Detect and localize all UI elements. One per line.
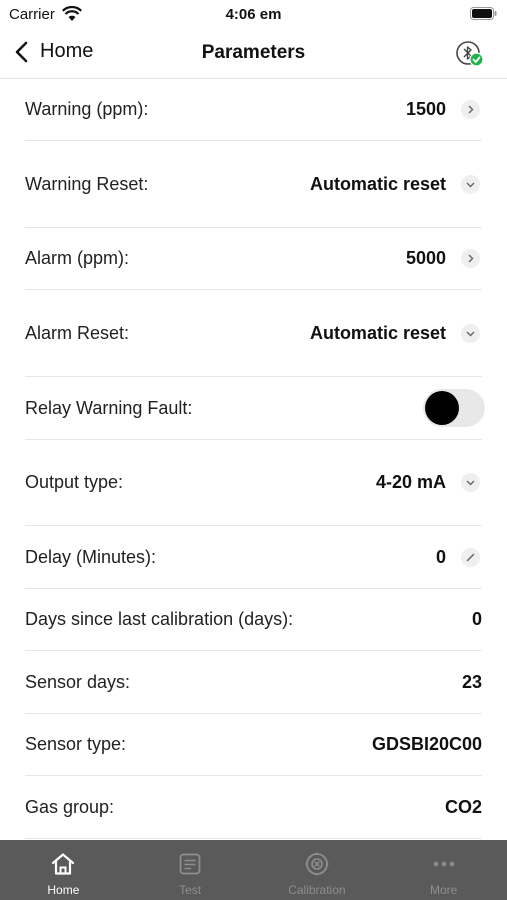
row-label: Relay Warning Fault: — [25, 397, 193, 418]
row-label: Delay (Minutes): — [25, 546, 157, 567]
chevron-down-icon — [461, 174, 480, 194]
row-alarm-ppm[interactable]: Alarm (ppm): 5000 — [25, 228, 482, 290]
row-value: 4-20 mA — [375, 472, 446, 492]
row-label: Warning Reset: — [25, 173, 149, 194]
battery-icon — [470, 7, 497, 20]
row-warning-reset[interactable]: Warning Reset: Automatic reset — [25, 141, 482, 228]
row-label: Alarm Reset: — [25, 322, 130, 343]
status-time: 4:06 em — [225, 6, 282, 23]
chevron-right-icon — [461, 100, 480, 119]
tab-test[interactable]: Test — [127, 840, 254, 900]
tab-bar: Home Test Calibration More — [0, 840, 507, 900]
row-label: Days since last calibration (days): — [25, 609, 294, 629]
row-warning-ppm[interactable]: Warning (ppm): 1500 — [25, 79, 482, 141]
more-icon — [433, 861, 454, 867]
row-value: 0 — [435, 546, 446, 567]
row-output-type[interactable]: Output type: 4-20 mA — [25, 440, 482, 526]
calibration-icon — [305, 852, 329, 876]
tab-label: More — [429, 883, 458, 897]
chevron-down-icon — [461, 323, 480, 343]
tab-more[interactable]: More — [380, 840, 507, 900]
row-value: 0 — [471, 609, 482, 629]
relay-warning-fault-toggle[interactable] — [423, 389, 485, 427]
tab-label: Calibration — [288, 883, 346, 897]
row-sensor-days: Sensor days: 23 — [25, 651, 482, 714]
row-gas-group: Gas group: CO2 — [25, 776, 482, 839]
row-value: Automatic reset — [309, 173, 446, 194]
row-label: Gas group: — [25, 796, 115, 817]
tab-label: Home — [47, 883, 80, 897]
tab-label: Test — [179, 883, 202, 897]
row-alarm-reset[interactable]: Alarm Reset: Automatic reset — [25, 290, 482, 377]
status-bar: Carrier 4:06 em — [0, 0, 507, 30]
navigation-bar: Home Parameters — [0, 30, 507, 79]
row-value: 5000 — [405, 248, 446, 268]
row-delay-minutes[interactable]: Delay (Minutes): 0 — [25, 526, 482, 589]
row-label: Sensor days: — [25, 671, 131, 692]
home-icon — [52, 853, 75, 875]
parameters-list: Warning (ppm): 1500 Warning Reset: Autom… — [0, 79, 507, 839]
test-icon — [179, 853, 201, 875]
tab-calibration[interactable]: Calibration — [254, 840, 381, 900]
row-value: 23 — [461, 671, 482, 692]
row-label: Output type: — [25, 472, 124, 492]
chevron-right-icon — [461, 249, 480, 268]
row-label: Warning (ppm): — [25, 99, 149, 119]
row-sensor-type: Sensor type: GDSBI20C00 — [25, 714, 482, 776]
bluetooth-connected-icon[interactable] — [455, 40, 485, 68]
toggle-knob — [425, 391, 459, 425]
row-value: Automatic reset — [309, 322, 446, 343]
row-label: Alarm (ppm): — [25, 248, 130, 268]
row-relay-warning-fault: Relay Warning Fault: — [25, 377, 485, 440]
page-title: Parameters — [201, 42, 306, 63]
row-label: Sensor type: — [25, 734, 127, 754]
tab-home[interactable]: Home — [0, 840, 127, 900]
row-days-since-calibration: Days since last calibration (days): 0 — [25, 589, 482, 651]
chevron-down-icon — [461, 473, 480, 492]
pencil-icon[interactable] — [461, 547, 480, 567]
row-value: CO2 — [444, 796, 482, 817]
row-value: GDSBI20C00 — [371, 734, 482, 754]
row-value: 1500 — [405, 99, 446, 119]
